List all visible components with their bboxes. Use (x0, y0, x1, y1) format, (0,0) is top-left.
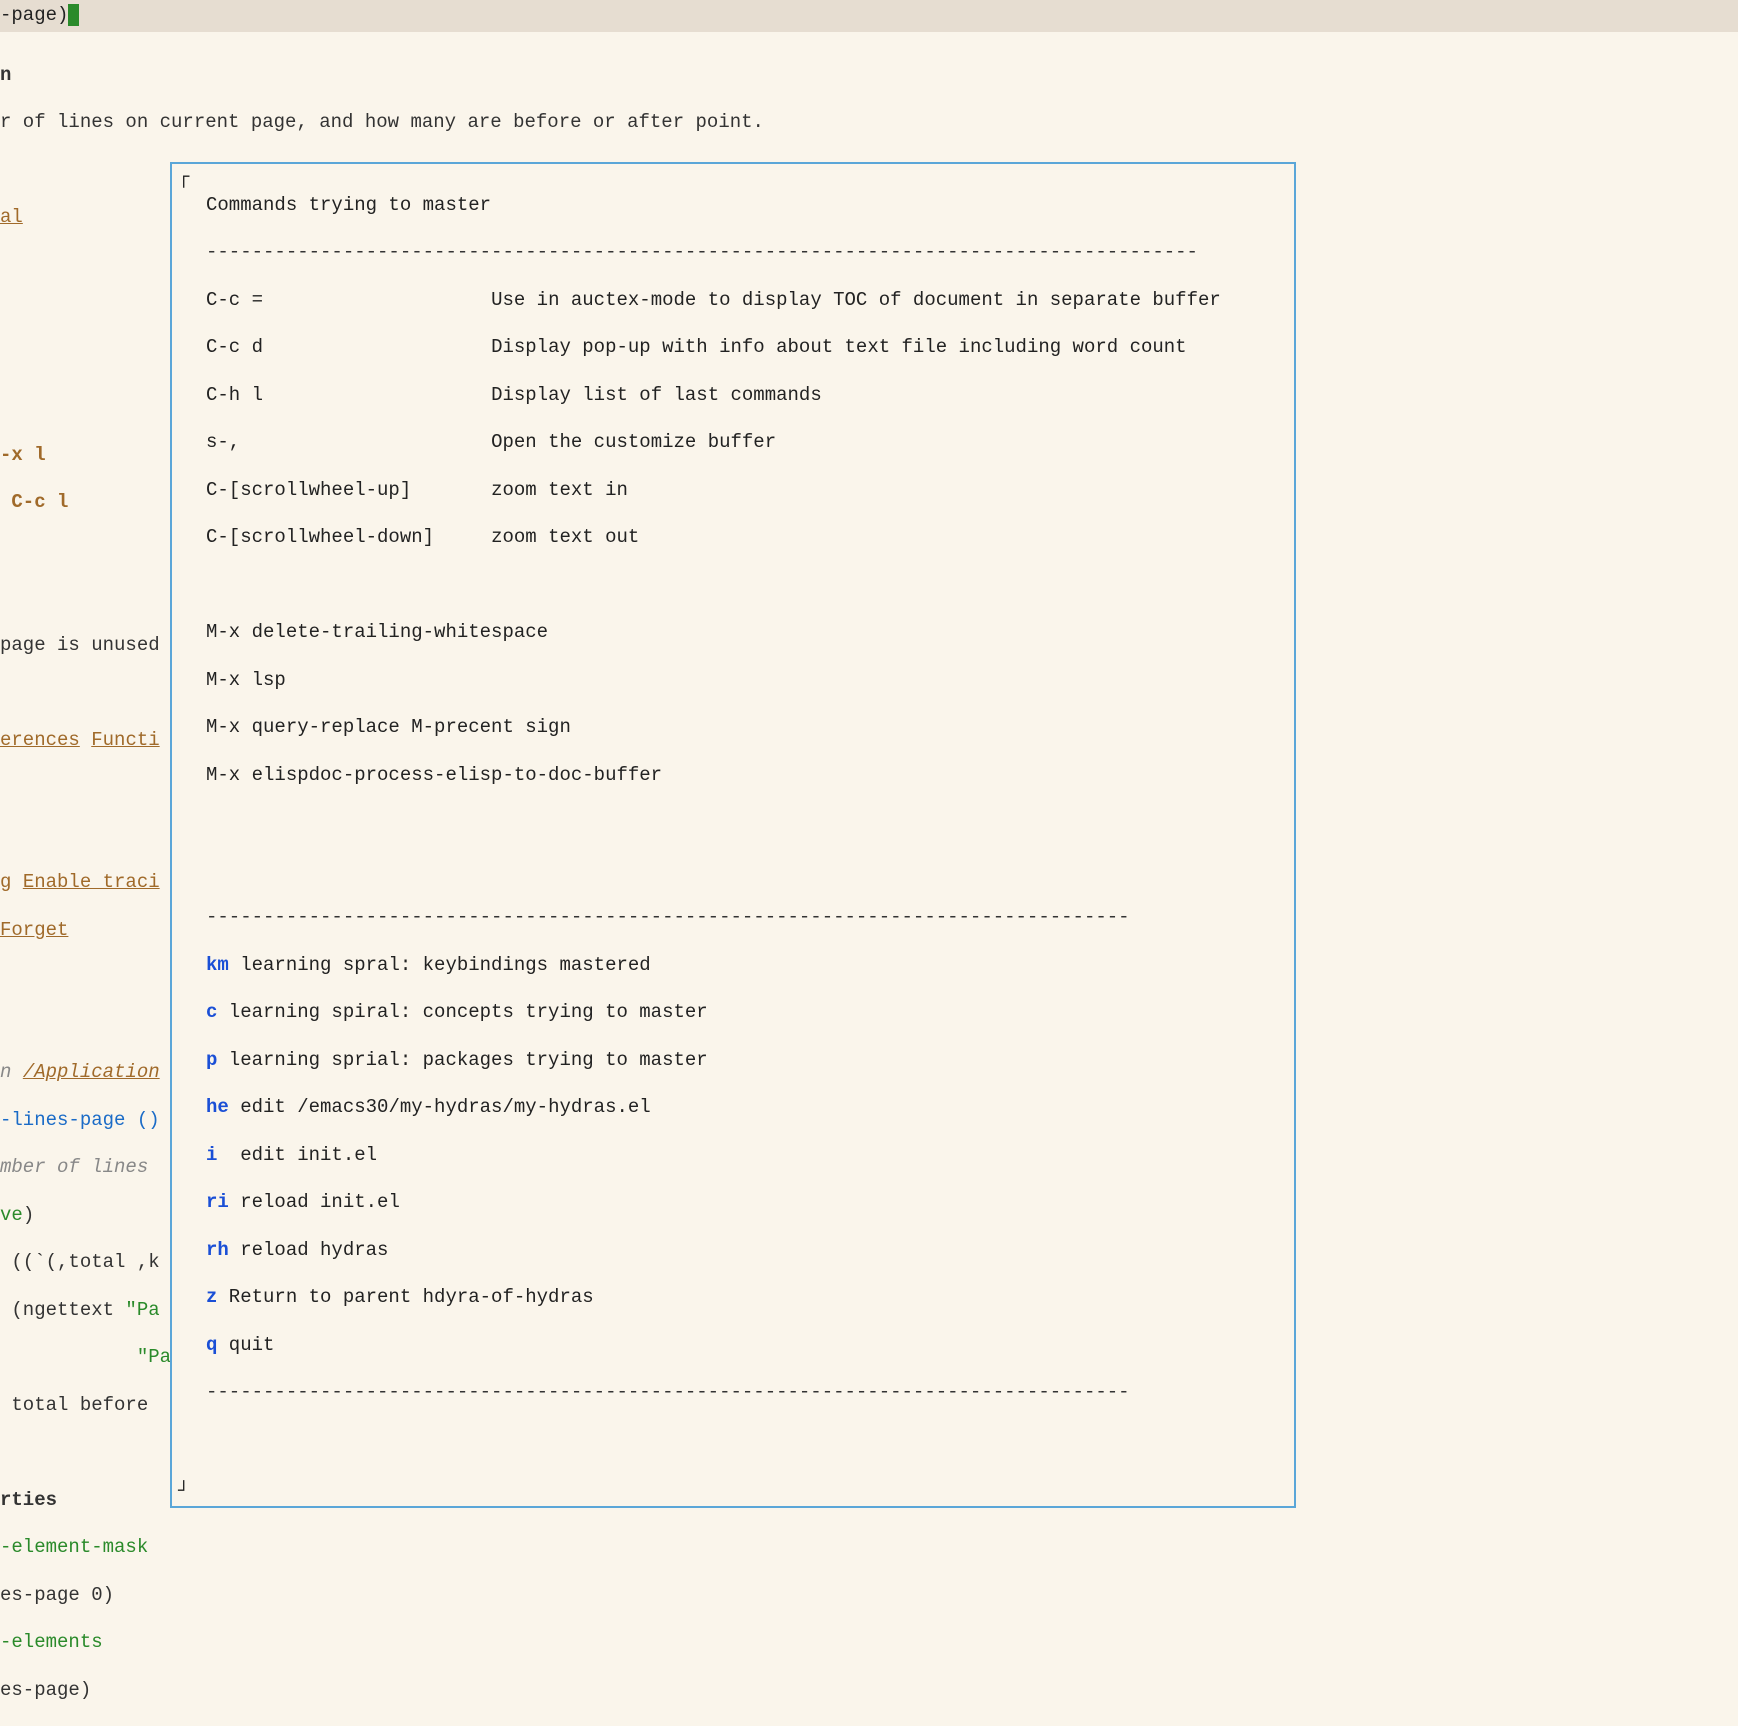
hydra-mx-row: M-x delete-trailing-whitespace (206, 621, 1294, 645)
hydra-menu-item[interactable]: ri reload init.el (206, 1191, 1294, 1215)
keybinding: C-c l (0, 491, 68, 513)
hydra-rule: ----------------------------------------… (206, 1381, 1294, 1405)
hydra-menu-item[interactable]: rh reload hydras (206, 1239, 1294, 1263)
keybinding: -x l (0, 444, 46, 466)
hydra-mx-row: M-x query-replace M-precent sign (206, 716, 1294, 740)
hydra-menu-item[interactable]: km learning spral: keybindings mastered (206, 954, 1294, 978)
hydra-menu-item[interactable]: c learning spiral: concepts trying to ma… (206, 1001, 1294, 1025)
link-fragment[interactable]: g (0, 871, 11, 893)
link-forget[interactable]: Forget (0, 919, 68, 941)
docstring-fragment: mber of lines (0, 1156, 160, 1178)
cursor-icon (68, 4, 79, 26)
path-fragment: n /Application (0, 1061, 160, 1083)
hydra-key: he (206, 1096, 229, 1118)
hydra-key: c (206, 1001, 217, 1023)
link-path[interactable]: /Application (23, 1061, 160, 1083)
hydra-cmd-row: C-[scrollwheel-up] zoom text in (206, 479, 1294, 503)
hydra-menu-item[interactable]: he edit /emacs30/my-hydras/my-hydras.el (206, 1096, 1294, 1120)
link-fragment[interactable]: al (0, 206, 23, 228)
hydra-popup: ┌ Commands trying to master ------------… (170, 162, 1296, 1508)
link-enable-tracing[interactable]: Enable traci (23, 871, 160, 893)
code-fragment: ve (0, 1204, 23, 1226)
corner-marker-icon: ┘ (178, 1480, 189, 1504)
hydra-key: ri (206, 1191, 229, 1213)
hydra-menu-item[interactable]: p learning sprial: packages trying to ma… (206, 1049, 1294, 1073)
string-fragment: "Pa (125, 1299, 159, 1321)
hydra-menu-item[interactable]: i edit init.el (206, 1144, 1294, 1168)
hydra-key: q (206, 1334, 217, 1356)
hydra-cmd-row: C-c d Display pop-up with info about tex… (206, 336, 1294, 360)
hydra-key: z (206, 1286, 217, 1308)
code-fragment: es-page 0) (0, 1584, 764, 1608)
heading-fragment: n (0, 64, 764, 88)
hydra-rule: ----------------------------------------… (206, 906, 1294, 930)
title-bar: -page) (0, 0, 1738, 32)
hydra-rule: ----------------------------------------… (206, 241, 1294, 265)
hydra-menu-item[interactable]: q quit (206, 1334, 1294, 1358)
code-fragment: -lines-page () (0, 1109, 160, 1131)
link-references[interactable]: erences (0, 729, 80, 751)
hydra-key: km (206, 954, 229, 976)
code-fragment: es-page) (0, 1679, 764, 1703)
hydra-cmd-row: s-, Open the customize buffer (206, 431, 1294, 455)
hydra-cmd-row: C-h l Display list of last commands (206, 384, 1294, 408)
hydra-key: p (206, 1049, 217, 1071)
link-functions[interactable]: Functi (91, 729, 159, 751)
hydra-mx-row: M-x elispdoc-process-elisp-to-doc-buffer (206, 764, 1294, 788)
hydra-cmd-row: C-c = Use in auctex-mode to display TOC … (206, 289, 1294, 313)
string-fragment: "Pa (137, 1346, 171, 1368)
hydra-menu-item[interactable]: z Return to parent hdyra-of-hydras (206, 1286, 1294, 1310)
symbol-fragment: -element-mask (0, 1536, 148, 1558)
corner-marker-icon: ┌ (178, 166, 189, 190)
hydra-cmd-row: C-[scrollwheel-down] zoom text out (206, 526, 1294, 550)
hydra-body: Commands trying to master --------------… (172, 170, 1294, 1500)
hydra-key: i (206, 1144, 217, 1166)
title-text: -page) (0, 4, 68, 26)
hydra-title: Commands trying to master (206, 194, 1294, 218)
hydra-mx-row: M-x lsp (206, 669, 1294, 693)
symbol-fragment: -elements (0, 1631, 103, 1653)
doc-line: r of lines on current page, and how many… (0, 111, 764, 135)
hydra-key: rh (206, 1239, 229, 1261)
